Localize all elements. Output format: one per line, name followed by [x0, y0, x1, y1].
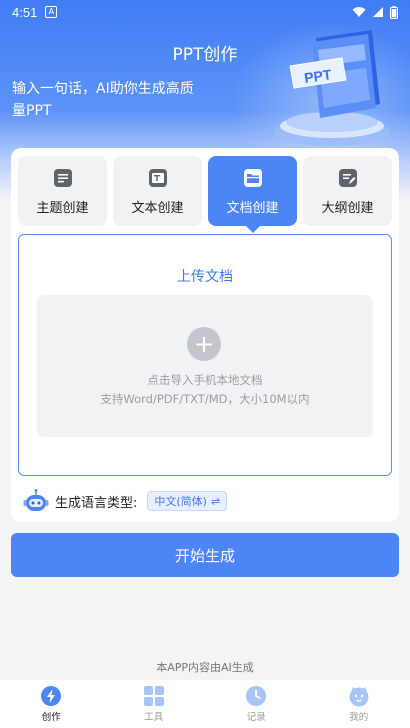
hero-slogan: 输入一句话，AI助你生成高质量PPT: [12, 81, 194, 119]
wifi-icon: [352, 7, 366, 17]
nav-tools-label: 工具: [144, 712, 164, 723]
tab-outline[interactable]: 大纲创建: [303, 156, 392, 226]
document-drop-zone[interactable]: + 点击导入手机本地文档 支持Word/PDF/TXT/MD，大小10M以内: [37, 295, 373, 437]
text-icon: [148, 168, 167, 187]
tab-outline-label: 大纲创建: [321, 200, 374, 216]
language-label: 生成语言类型:: [55, 495, 138, 511]
drop-hint-primary: 点击导入手机本地文档: [147, 373, 263, 387]
tab-document-label: 文档创建: [226, 200, 279, 216]
nav-history-label: 记录: [246, 712, 266, 723]
ai-disclaimer: 本APP内容由AI生成: [156, 661, 254, 674]
nav-profile[interactable]: 我的: [308, 680, 410, 728]
upload-panel: 上传文档 + 点击导入手机本地文档 支持Word/PDF/TXT/MD，大小10…: [18, 234, 392, 476]
nav-create[interactable]: 创作: [0, 680, 103, 728]
tab-text-label: 文本创建: [131, 200, 184, 216]
add-document-button[interactable]: +: [187, 327, 221, 361]
creation-card: 主题创建 文本创建 文档创建 大纲创建 上传文档 + 点击导入手机本地文档 支持…: [11, 148, 399, 522]
ppt-illustration: PPT: [274, 30, 390, 146]
swap-icon: ⇌: [210, 494, 221, 508]
nav-profile-label: 我的: [349, 712, 369, 723]
language-value: 中文(简体): [154, 495, 207, 508]
topic-icon: [53, 168, 72, 187]
language-selector[interactable]: 中文(简体) ⇌: [147, 491, 228, 511]
nav-history[interactable]: 记录: [205, 680, 308, 728]
history-icon: [246, 686, 267, 706]
nav-tools[interactable]: 工具: [103, 680, 206, 728]
robot-icon: [23, 489, 49, 511]
notification-icon: A: [45, 6, 58, 18]
signal-icon: [373, 7, 383, 17]
language-row: 生成语言类型: 中文(简体) ⇌: [23, 488, 228, 514]
create-icon: [41, 686, 62, 706]
nav-create-label: 创作: [41, 712, 61, 723]
outline-icon: [338, 168, 357, 187]
tab-topic[interactable]: 主题创建: [18, 156, 107, 226]
tab-document[interactable]: 文档创建: [208, 156, 297, 233]
start-generate-button[interactable]: 开始生成: [11, 533, 399, 577]
bottom-nav: 创作 工具 记录 我的: [0, 680, 410, 728]
folder-icon: [243, 168, 262, 187]
status-bar: 4:51 A: [0, 0, 410, 24]
tab-topic-label: 主题创建: [36, 200, 89, 216]
status-time: 4:51: [12, 4, 38, 20]
tab-text[interactable]: 文本创建: [113, 156, 202, 226]
upload-title: 上传文档: [177, 269, 233, 285]
tools-icon: [143, 686, 164, 706]
creation-tabs: 主题创建 文本创建 文档创建 大纲创建: [18, 156, 392, 233]
profile-icon: [349, 687, 369, 707]
drop-hint-formats: 支持Word/PDF/TXT/MD，大小10M以内: [100, 392, 310, 406]
battery-icon: [390, 5, 398, 19]
